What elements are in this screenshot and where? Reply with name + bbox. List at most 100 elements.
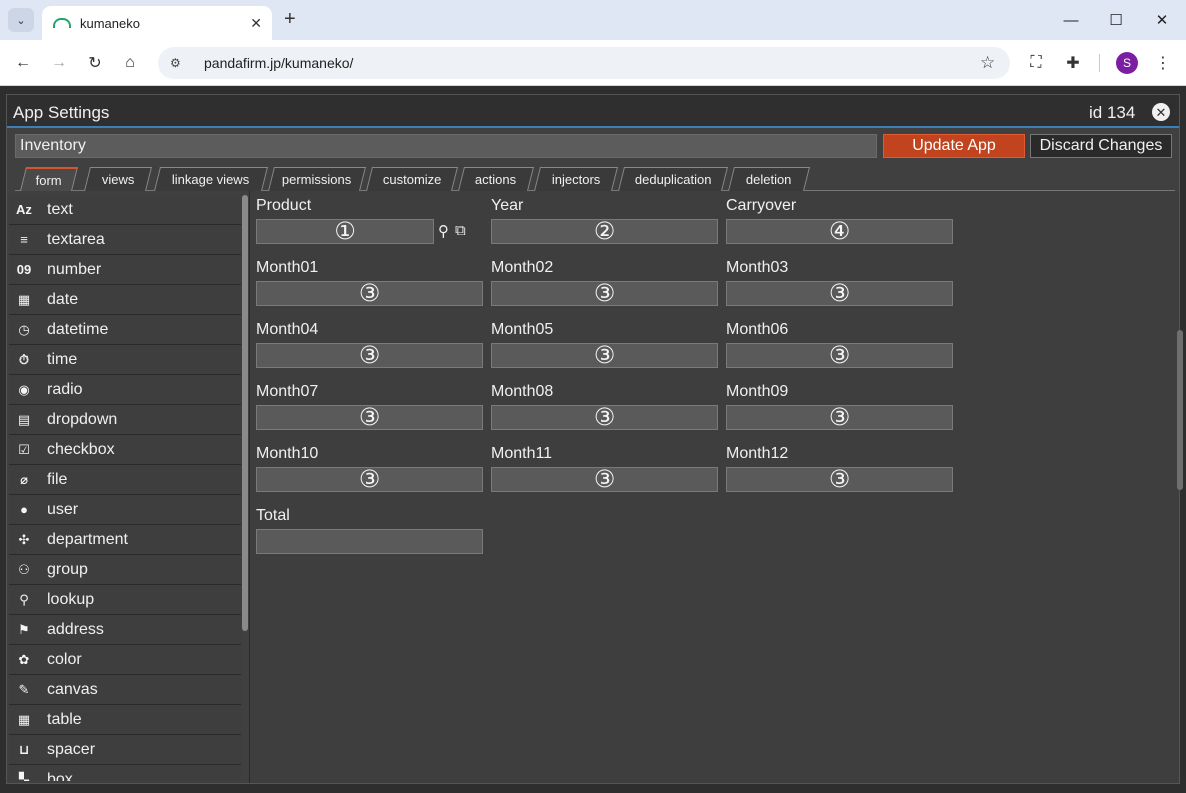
field-input-placeholder[interactable]: ① [256, 219, 434, 244]
profile-avatar[interactable]: S [1116, 52, 1138, 74]
browser-toolbar: ← → ↻ ⌂ ⚙ pandafirm.jp/kumaneko/ ☆ ⛶ ✚ S… [0, 40, 1186, 86]
sidebar-item-datetime[interactable]: ◷ datetime [9, 315, 241, 345]
site-info-icon[interactable]: ⚙ [170, 56, 190, 70]
search-icon[interactable]: ⚲ [438, 222, 449, 240]
sidebar-item-label: lookup [47, 590, 95, 608]
form-field-product[interactable]: Product ① ⚲ ⧉ [256, 197, 483, 244]
field-input-placeholder[interactable]: ③ [256, 405, 483, 430]
box-icon: ▚ [19, 771, 29, 782]
sidebar-item-box[interactable]: ▚ box [9, 765, 241, 781]
sidebar-item-textarea[interactable]: ≡ textarea [9, 225, 241, 255]
field-input-placeholder[interactable] [256, 529, 483, 554]
form-field-month04[interactable]: Month04 ③ [256, 321, 483, 368]
lookup-actions: ⚲ ⧉ [438, 222, 466, 240]
field-input-placeholder[interactable]: ③ [491, 467, 718, 492]
form-field-month12[interactable]: Month12 ③ [726, 445, 953, 492]
open-external-icon[interactable]: ⧉ [455, 222, 466, 240]
update-app-button[interactable]: Update App [883, 134, 1025, 158]
tab-permissions[interactable]: permissions [268, 167, 366, 191]
sidebar-item-dropdown[interactable]: ▤ dropdown [9, 405, 241, 435]
sidebar-item-date[interactable]: ▦ date [9, 285, 241, 315]
form-field-month01[interactable]: Month01 ③ [256, 259, 483, 306]
field-input-placeholder[interactable]: ③ [491, 281, 718, 306]
field-input-placeholder[interactable]: ③ [256, 467, 483, 492]
sidebar-item-radio[interactable]: ◉ radio [9, 375, 241, 405]
form-field-month03[interactable]: Month03 ③ [726, 259, 953, 306]
close-tab-icon[interactable]: ✕ [250, 15, 262, 32]
sidebar-item-label: color [47, 650, 82, 668]
tab-deduplication[interactable]: deduplication [618, 167, 728, 191]
sidebar-item-spacer[interactable]: ⊔ spacer [9, 735, 241, 765]
form-field-year[interactable]: Year ② [491, 197, 718, 244]
field-input-placeholder[interactable]: ② [491, 219, 718, 244]
datetime-icon: ◷ [18, 321, 30, 337]
form-field-month02[interactable]: Month02 ③ [491, 259, 718, 306]
form-field-month09[interactable]: Month09 ③ [726, 383, 953, 430]
tab-search-chevron-icon[interactable]: ⌄ [8, 8, 34, 32]
sidebar-item-checkbox[interactable]: ☑ checkbox [9, 435, 241, 465]
extensions-puzzle-icon[interactable]: ✚ [1061, 51, 1085, 75]
sidebar-item-file[interactable]: ⌀ file [9, 465, 241, 495]
field-label: Month10 [256, 445, 319, 462]
tab-deletion[interactable]: deletion [728, 167, 810, 191]
address-bar[interactable]: ⚙ pandafirm.jp/kumaneko/ ☆ [158, 47, 1010, 79]
field-input-placeholder[interactable]: ③ [726, 405, 953, 430]
form-field-month11[interactable]: Month11 ③ [491, 445, 718, 492]
sidebar-item-department[interactable]: ✣ department [9, 525, 241, 555]
field-input-placeholder[interactable]: ③ [491, 343, 718, 368]
field-input-placeholder[interactable]: ③ [726, 467, 953, 492]
sidebar-item-table[interactable]: ▦ table [9, 705, 241, 735]
new-tab-plus-icon[interactable]: + [284, 9, 296, 29]
field-input-placeholder[interactable]: ③ [256, 343, 483, 368]
field-input-placeholder[interactable]: ④ [726, 219, 953, 244]
app-name-input[interactable] [15, 134, 877, 158]
reload-icon[interactable]: ↻ [83, 51, 107, 75]
sidebar-item-group[interactable]: ⚇ group [9, 555, 241, 585]
field-input-placeholder[interactable]: ③ [256, 281, 483, 306]
form-field-month05[interactable]: Month05 ③ [491, 321, 718, 368]
window-close-icon[interactable]: ✕ [1147, 8, 1177, 32]
app-id-label: id 134 [1089, 103, 1136, 122]
browser-tab[interactable]: kumaneko ✕ [42, 6, 272, 40]
sidebar-item-label: user [47, 500, 79, 518]
minimize-icon[interactable]: — [1056, 8, 1086, 32]
tab-injectors[interactable]: injectors [534, 167, 618, 191]
sidebar-item-text[interactable]: Az text [9, 195, 241, 225]
bookmark-star-icon[interactable]: ☆ [980, 53, 1010, 73]
app-settings-panel: App Settings id 134 ✕ Update App Discard… [6, 94, 1183, 784]
form-field-total[interactable]: Total [256, 507, 483, 554]
tab-customize[interactable]: customize [366, 167, 458, 191]
discard-changes-button[interactable]: Discard Changes [1030, 134, 1172, 158]
form-field-carryover[interactable]: Carryover ④ [726, 197, 953, 244]
form-field-month07[interactable]: Month07 ③ [256, 383, 483, 430]
tab-views[interactable]: views [84, 167, 152, 191]
sidebar-item-user[interactable]: ● user [9, 495, 241, 525]
close-panel-icon[interactable]: ✕ [1152, 103, 1170, 121]
field-input-placeholder[interactable]: ③ [726, 343, 953, 368]
sidebar-item-time[interactable]: ⏱ time [9, 345, 241, 375]
field-label: Month12 [726, 445, 789, 462]
time-icon: ⏱ [18, 351, 30, 367]
home-icon[interactable]: ⌂ [118, 51, 142, 75]
tab-linkage-views[interactable]: linkage views [154, 167, 268, 191]
forward-arrow-icon[interactable]: → [47, 51, 71, 75]
maximize-icon[interactable]: ☐ [1101, 8, 1131, 32]
screenshot-icon[interactable]: ⛶ [1024, 51, 1048, 75]
sidebar-item-lookup[interactable]: ⚲ lookup [9, 585, 241, 615]
canvas-scrollbar[interactable] [1177, 330, 1183, 490]
tab-form[interactable]: form [20, 167, 78, 191]
sidebar-item-address[interactable]: ⚑ address [9, 615, 241, 645]
back-arrow-icon[interactable]: ← [11, 51, 35, 75]
kebab-menu-icon[interactable]: ⋮ [1151, 51, 1175, 75]
field-input-placeholder[interactable]: ③ [491, 405, 718, 430]
sidebar-item-canvas[interactable]: ✎ canvas [9, 675, 241, 705]
palette-scrollbar[interactable] [242, 195, 248, 631]
form-field-month10[interactable]: Month10 ③ [256, 445, 483, 492]
field-label: Month07 [256, 383, 319, 400]
sidebar-item-number[interactable]: 09 number [9, 255, 241, 285]
form-field-month08[interactable]: Month08 ③ [491, 383, 718, 430]
field-input-placeholder[interactable]: ③ [726, 281, 953, 306]
form-field-month06[interactable]: Month06 ③ [726, 321, 953, 368]
sidebar-item-color[interactable]: ✿ color [9, 645, 241, 675]
tab-actions[interactable]: actions [458, 167, 534, 191]
